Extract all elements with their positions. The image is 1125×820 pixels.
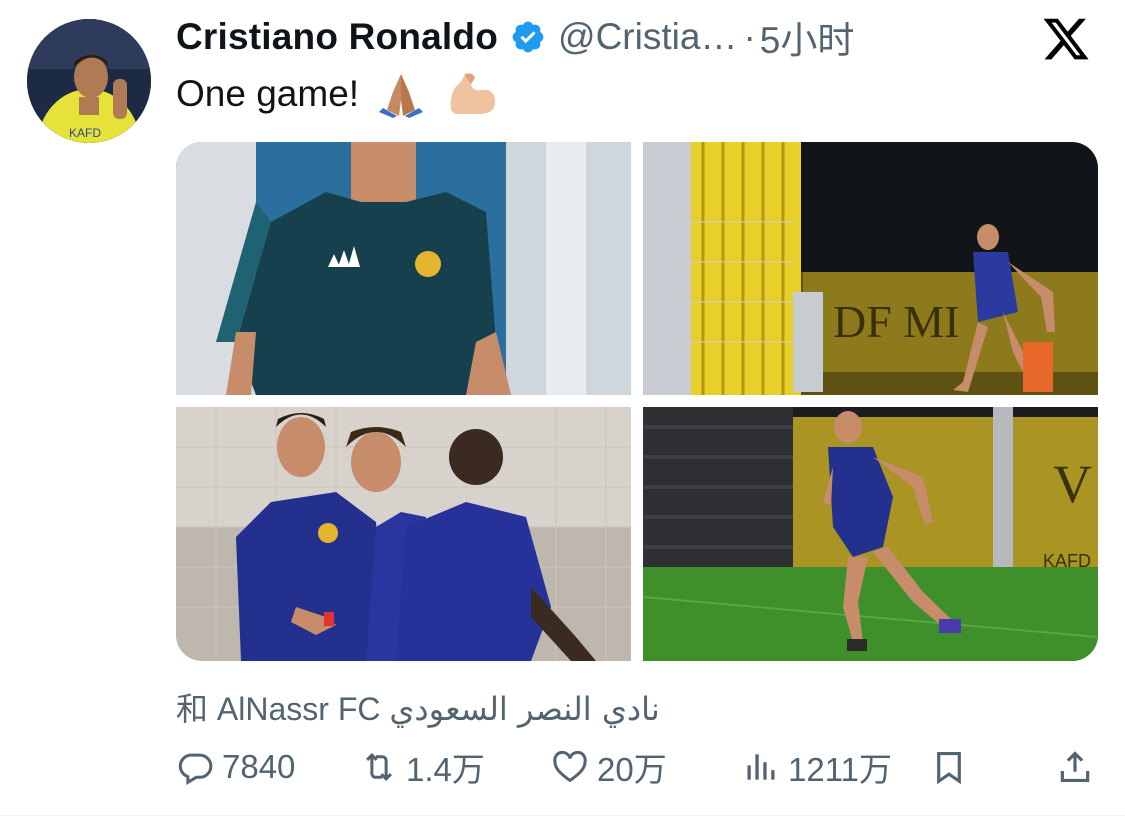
tweet-body: One game! — [176, 73, 360, 114]
folded-hands-icon — [379, 74, 424, 118]
location-prefix: 和 — [176, 691, 209, 727]
x-logo-icon — [1043, 18, 1089, 60]
views-chart-icon — [747, 754, 775, 780]
tweet-header: Cristiano Ronaldo @Cristia… · 5小时 — [176, 12, 854, 62]
author-name[interactable]: Cristiano Ronaldo — [176, 16, 498, 58]
flexed-biceps-icon — [450, 73, 496, 114]
share-button[interactable] — [1056, 740, 1094, 794]
avatar-photo: KAFD — [27, 19, 151, 143]
retweet-button[interactable]: 1.4万 — [360, 740, 485, 794]
tweet-text: One game! — [176, 70, 499, 118]
media-image-3[interactable] — [176, 407, 631, 661]
photo-players-group — [176, 407, 631, 661]
media-image-2[interactable]: DF MI — [643, 142, 1098, 395]
like-button[interactable]: 20万 — [551, 740, 667, 794]
svg-text:V: V — [1053, 454, 1092, 514]
views-button[interactable]: 1211万 — [742, 740, 892, 794]
retweet-icon — [366, 752, 392, 782]
verified-badge-icon — [512, 21, 544, 53]
location-arabic: نادي النصر السعودي — [389, 690, 660, 728]
timestamp[interactable]: 5小时 — [760, 10, 855, 64]
reply-button[interactable]: 7840 — [176, 740, 295, 794]
like-count: 20万 — [597, 751, 667, 788]
svg-text:KAFD: KAFD — [69, 126, 101, 140]
photo-player-closeup — [176, 142, 631, 395]
retweet-count: 1.4万 — [406, 751, 485, 788]
photo-player-running-pitch: V KAFD — [643, 407, 1098, 661]
location-latin: AlNassr FC — [216, 691, 381, 727]
bookmark-button[interactable] — [930, 740, 968, 794]
reply-icon — [178, 753, 213, 786]
avatar[interactable]: KAFD — [27, 19, 151, 143]
share-upload-icon — [1060, 751, 1090, 783]
bottom-divider — [0, 815, 1125, 816]
photo-player-training-net: DF MI — [643, 142, 1098, 395]
heart-icon — [553, 750, 587, 783]
media-image-4[interactable]: V KAFD — [643, 407, 1098, 661]
location-tag[interactable]: 和 AlNassr FC نادي النصر السعودي — [176, 684, 660, 730]
author-handle[interactable]: @Cristia… — [558, 16, 737, 58]
media-grid: DF MI V KAFD — [176, 142, 1098, 661]
reply-count: 7840 — [222, 748, 296, 785]
views-count: 1211万 — [788, 751, 892, 788]
bookmark-icon — [937, 751, 961, 785]
svg-text:DF MI: DF MI — [833, 296, 960, 347]
media-image-1[interactable] — [176, 142, 631, 395]
separator-dot: · — [743, 16, 756, 57]
action-bar: 7840 1.4万 20万 1211万 — [176, 740, 1096, 794]
